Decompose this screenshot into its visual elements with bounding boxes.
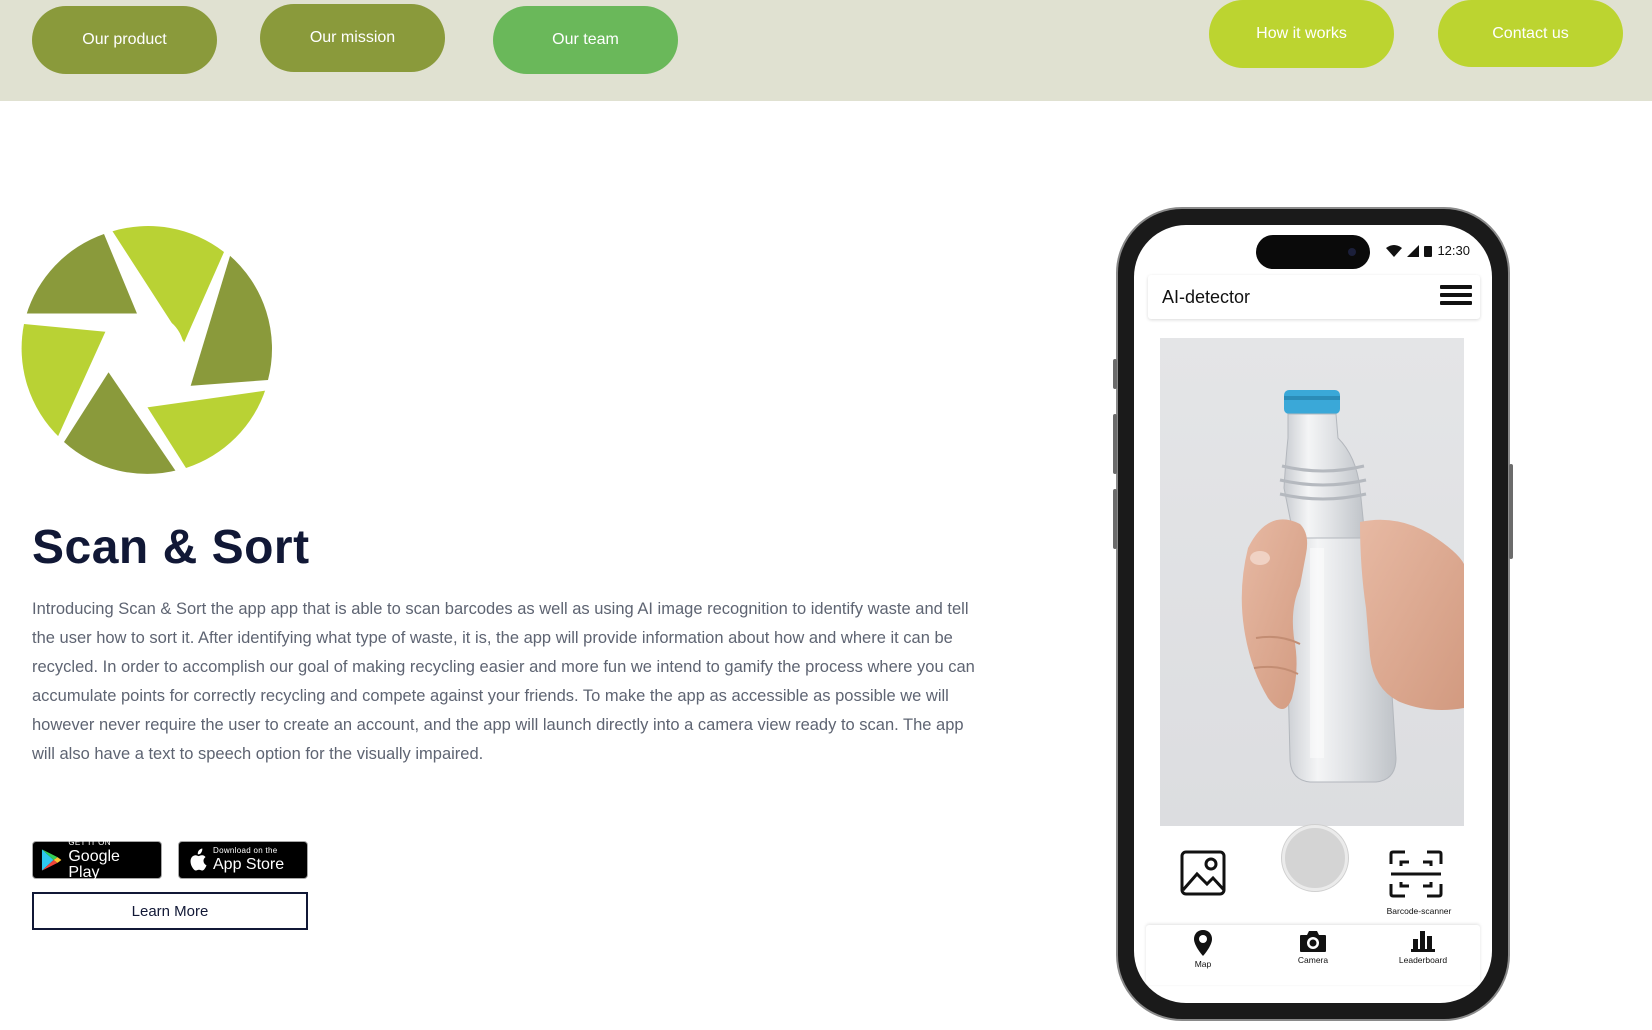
leaderboard-icon <box>1411 931 1435 952</box>
phone-bottom-nav: Map Camera Leaderboard <box>1146 925 1480 985</box>
shutter-button[interactable] <box>1282 825 1348 891</box>
barcode-scanner-label: Barcode-scanner <box>1386 906 1452 916</box>
status-time: 12:30 <box>1437 243 1470 258</box>
map-pin-icon <box>1194 930 1212 956</box>
learn-more-button[interactable]: Learn More <box>32 892 308 930</box>
tab-leaderboard-label: Leaderboard <box>1398 955 1448 965</box>
nav-our-team-button[interactable]: Our team <box>493 6 678 74</box>
google-play-badge[interactable]: GET IT ON Google Play <box>32 838 162 881</box>
app-title: AI-detector <box>1162 287 1251 307</box>
tab-map[interactable]: Map <box>1158 929 1248 969</box>
nav-our-mission-button[interactable]: Our mission <box>260 4 445 72</box>
battery-icon <box>1424 245 1433 257</box>
bottle-in-hand-image <box>1241 390 1464 783</box>
app-store-badge[interactable]: Download on the App Store <box>178 841 308 879</box>
page: Our product Our mission Our team How it … <box>0 0 1652 1030</box>
app-store-small-text: Download on the <box>213 846 278 855</box>
hamburger-menu-icon[interactable] <box>1440 281 1472 313</box>
phone-screen: 12:30 AI-detector Barcode-scanner Map Ca… <box>1134 225 1492 1003</box>
barcode-scanner-icon[interactable] <box>1389 850 1443 898</box>
phone-power-button <box>1509 464 1513 559</box>
google-play-big-text: Google Play <box>68 848 120 881</box>
phone-mockup: 12:30 AI-detector Barcode-scanner Map Ca… <box>1113 207 1513 1021</box>
nav-contact-us-button[interactable]: Contact us <box>1438 0 1623 67</box>
phone-volume-up <box>1113 414 1117 474</box>
camera-icon <box>1300 931 1326 952</box>
phone-mute-switch <box>1113 359 1117 389</box>
front-camera-dot <box>1348 248 1356 256</box>
camera-preview <box>1160 338 1464 826</box>
top-nav-bar: Our product Our mission Our team How it … <box>0 0 1652 101</box>
tab-leaderboard[interactable]: Leaderboard <box>1378 929 1468 965</box>
dynamic-island <box>1256 235 1370 269</box>
tab-camera[interactable]: Camera <box>1268 929 1358 965</box>
nav-how-it-works-button[interactable]: How it works <box>1209 0 1394 68</box>
signal-icon <box>1407 244 1420 257</box>
app-description: Introducing Scan & Sort the app app that… <box>32 600 975 763</box>
google-play-small-text: GET IT ON <box>68 838 111 847</box>
apple-icon <box>190 848 207 871</box>
tab-camera-label: Camera <box>1297 955 1329 965</box>
wifi-icon <box>1386 244 1403 257</box>
nav-our-product-button[interactable]: Our product <box>32 6 217 74</box>
page-title: Scan & Sort <box>32 521 310 574</box>
phone-volume-down <box>1113 489 1117 549</box>
app-store-big-text: App Store <box>213 856 285 873</box>
gallery-icon[interactable] <box>1180 850 1226 896</box>
google-play-icon <box>41 849 62 871</box>
status-bar: 12:30 <box>1386 243 1470 258</box>
scan-sort-logo-icon <box>21 224 274 476</box>
tab-map-label: Map <box>1194 959 1212 969</box>
app-header: AI-detector <box>1148 275 1480 319</box>
